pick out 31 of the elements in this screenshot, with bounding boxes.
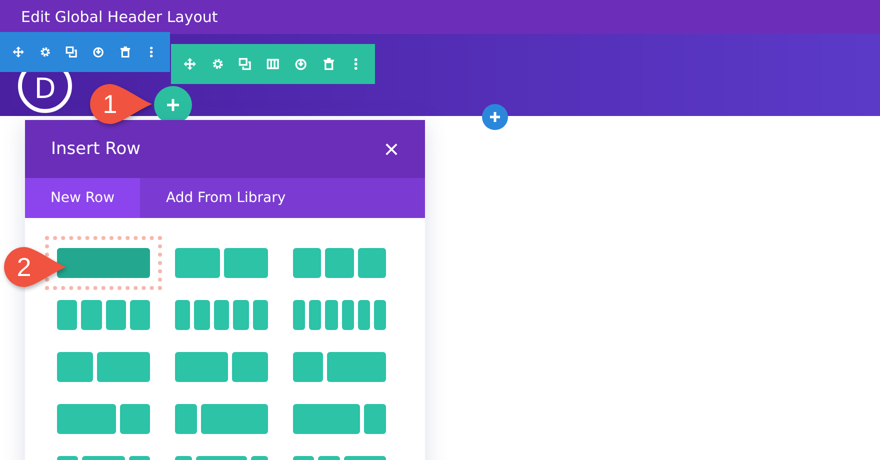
trash-icon[interactable] [322, 57, 336, 71]
row-layout-option[interactable] [293, 248, 386, 278]
row-layout-option[interactable] [293, 352, 386, 382]
columns-icon[interactable] [266, 57, 280, 71]
row-layout-option[interactable] [57, 404, 150, 434]
row-layout-option[interactable] [293, 404, 386, 434]
duplicate-icon[interactable] [238, 57, 252, 71]
move-icon[interactable] [183, 57, 197, 71]
row-layout-option[interactable] [175, 248, 268, 278]
row-layout-option[interactable] [175, 404, 268, 434]
settings-icon[interactable] [210, 57, 224, 71]
row-layout-option[interactable] [57, 352, 150, 382]
close-button[interactable]: × [384, 136, 399, 162]
row-layout-option[interactable] [175, 300, 268, 330]
power-icon[interactable] [294, 57, 308, 71]
row-layout-option[interactable] [45, 236, 162, 290]
trash-icon[interactable] [118, 45, 132, 59]
row-layout-option[interactable] [293, 300, 386, 330]
callout-badge: 2 [2, 245, 68, 289]
power-icon[interactable] [92, 45, 105, 59]
duplicate-icon[interactable] [65, 45, 78, 59]
window-title: Edit Global Header Layout [21, 8, 218, 26]
tab[interactable]: New Row [25, 178, 140, 218]
add-section-button[interactable] [481, 103, 509, 131]
row-layout-option[interactable] [57, 300, 150, 330]
row-layout-option[interactable] [175, 352, 268, 382]
dialog-title: Insert Row [51, 139, 141, 159]
tab[interactable]: Add From Library [140, 178, 312, 218]
settings-icon[interactable] [38, 45, 52, 59]
move-icon[interactable] [12, 45, 25, 59]
callout-badge: 1 [88, 82, 154, 126]
